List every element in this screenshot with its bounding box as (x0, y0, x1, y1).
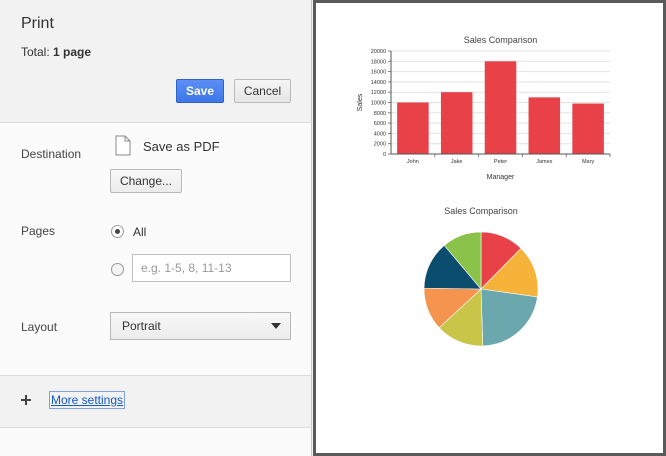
y-tick-label: 14000 (371, 80, 386, 86)
more-settings-link[interactable]: More settings (49, 391, 126, 409)
x-tick-label: James (536, 159, 552, 165)
y-tick-label: 20000 (371, 49, 386, 55)
preview-page: Sales Comparison 0 2000 4000 6000 8000 10000 12… (316, 3, 663, 453)
save-button[interactable]: Save (176, 79, 224, 103)
bar-chart-title: Sales Comparison (464, 35, 538, 45)
x-axis-label: Manager (487, 174, 515, 181)
destination-label: Destination (21, 147, 82, 161)
print-preview-area: Sales Comparison 0 2000 4000 6000 8000 10000 12… (313, 0, 666, 456)
total-pages: Total: 1 page (21, 45, 91, 59)
y-tick-label: 2000 (374, 142, 386, 148)
x-tick-label: Jake (451, 159, 463, 165)
preview-charts: Sales Comparison 0 2000 4000 6000 8000 10000 12… (357, 35, 611, 347)
chevron-down-icon (271, 323, 281, 329)
bar-john (397, 102, 429, 154)
layout-select[interactable]: Portrait (110, 312, 291, 340)
y-tick-label: 16000 (371, 70, 386, 76)
pages-all-radio[interactable] (111, 225, 124, 238)
total-value: 1 page (53, 45, 92, 59)
pie-slice (480, 288, 538, 347)
pages-all-label: All (133, 225, 147, 239)
x-tick-label: Peter (494, 159, 507, 165)
y-tick-label: 10000 (371, 101, 386, 107)
layout-selected-value: Portrait (122, 319, 161, 333)
dialog-title: Print (21, 15, 54, 32)
destination-value: Save as PDF (143, 139, 220, 154)
bar-jake (440, 92, 473, 154)
x-tick-label: John (407, 159, 419, 165)
pages-range-input[interactable] (132, 254, 291, 282)
layout-label: Layout (21, 320, 58, 334)
print-settings-sidebar: Print Total: 1 page Save Cancel Destinat… (0, 0, 312, 456)
document-icon (115, 135, 131, 156)
bar-peter (484, 61, 517, 154)
y-axis-label: Sales (357, 93, 364, 111)
print-header: Print Total: 1 page Save Cancel (0, 0, 311, 123)
cancel-button[interactable]: Cancel (234, 79, 291, 103)
y-tick-label: 6000 (374, 121, 386, 127)
bar-james (528, 97, 561, 154)
change-destination-button[interactable]: Change... (110, 169, 182, 193)
y-tick-label: 12000 (371, 90, 386, 96)
plus-icon[interactable] (20, 394, 32, 406)
pie-chart-title: Sales Comparison (444, 206, 518, 216)
pages-label: Pages (21, 224, 56, 238)
y-tick-label: 4000 (374, 131, 386, 137)
pages-custom-radio[interactable] (111, 263, 124, 276)
y-tick-label: 18000 (371, 59, 386, 65)
y-tick-label: 0 (383, 152, 386, 158)
total-prefix: Total: (21, 45, 50, 59)
x-tick-label: Mary (582, 159, 594, 165)
y-tick-label: 8000 (374, 111, 386, 117)
bar-mary (572, 103, 604, 154)
more-settings-bar: More settings (0, 375, 311, 428)
